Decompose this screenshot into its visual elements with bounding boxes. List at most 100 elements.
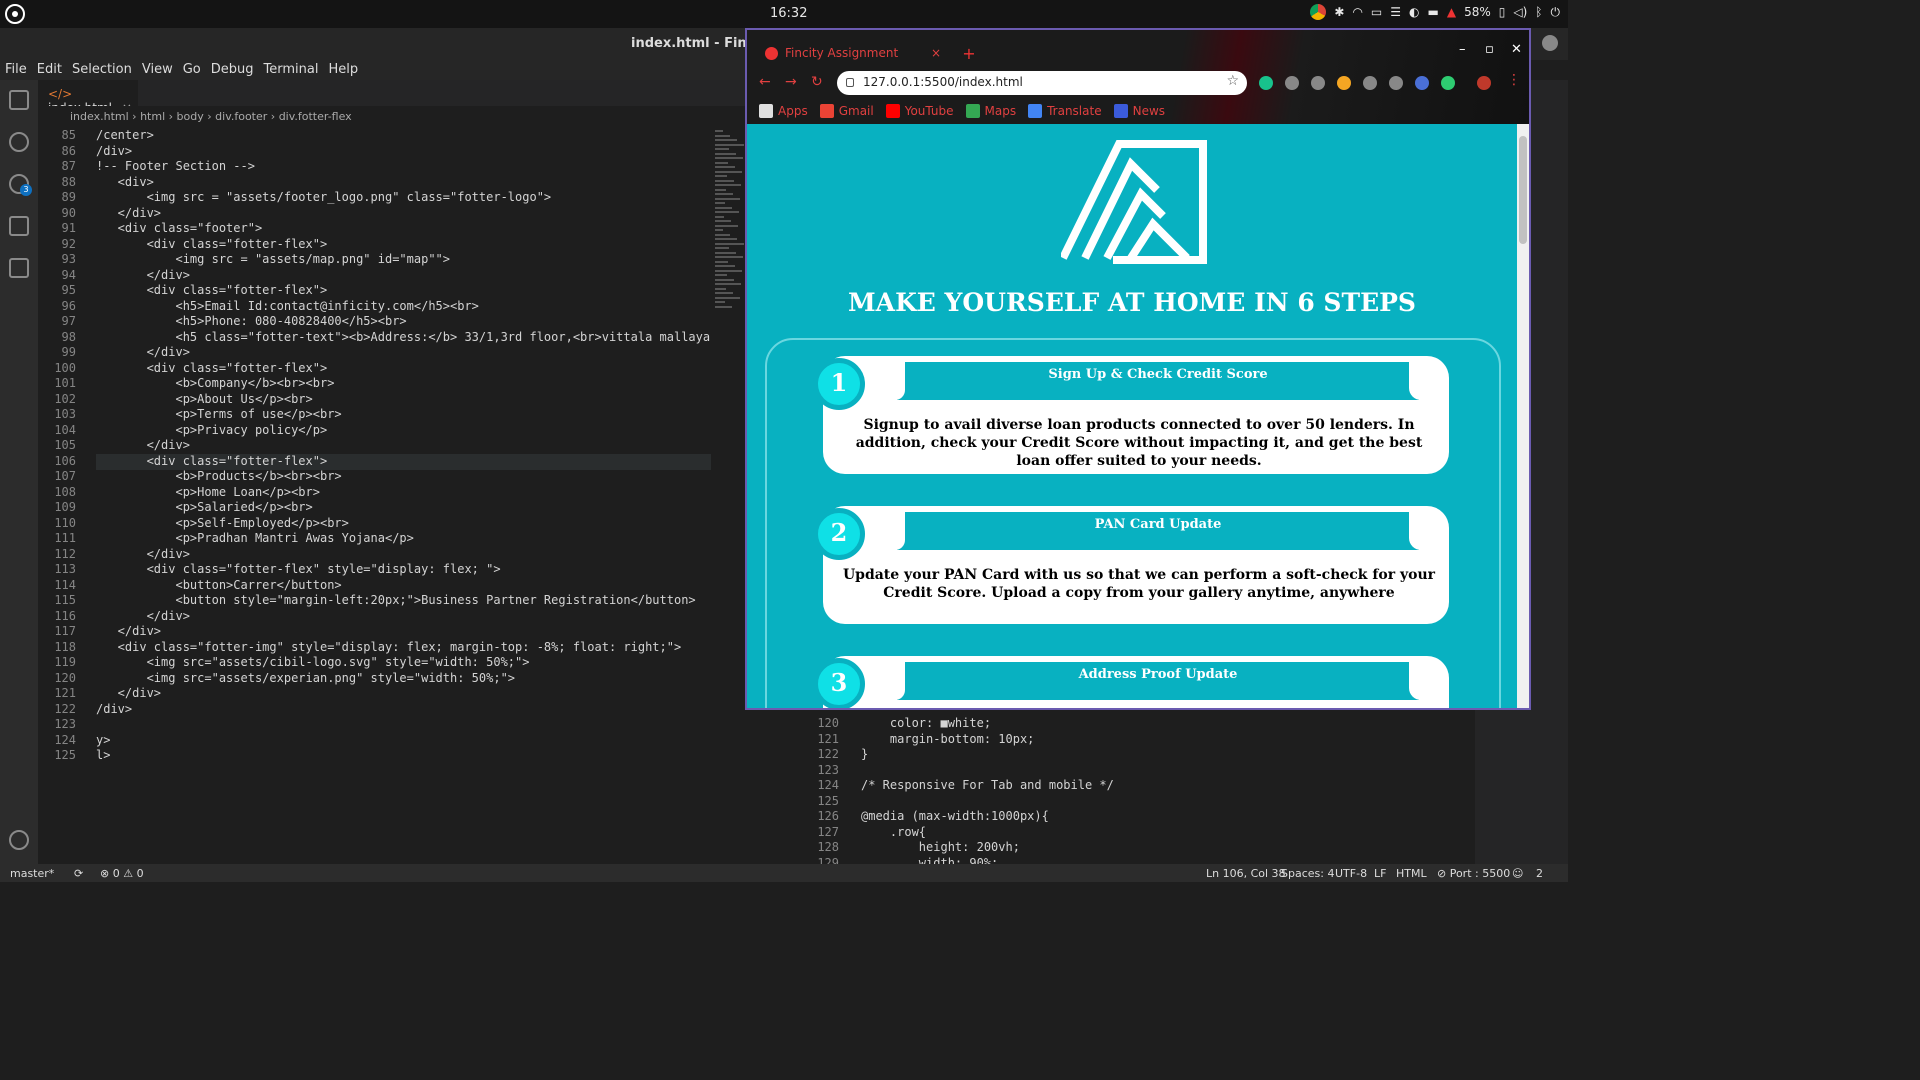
minimize-icon[interactable]: – bbox=[1459, 42, 1466, 57]
scrollbar-thumb[interactable] bbox=[1519, 136, 1527, 244]
bluetooth-icon[interactable]: ᛒ bbox=[1535, 5, 1542, 19]
extension-icon[interactable] bbox=[1337, 76, 1351, 90]
wifi-icon[interactable]: ◠ bbox=[1352, 5, 1362, 19]
power-icon[interactable]: ⏻ bbox=[1551, 5, 1561, 20]
minimap[interactable] bbox=[711, 126, 749, 864]
close-tab-icon[interactable]: × bbox=[931, 46, 941, 60]
new-tab-button[interactable]: + bbox=[959, 44, 979, 64]
sync-icon[interactable]: ⟳ bbox=[74, 867, 83, 880]
step-number: 3 bbox=[813, 658, 865, 708]
back-icon[interactable]: ← bbox=[759, 74, 771, 90]
menu-debug[interactable]: Debug bbox=[206, 60, 259, 80]
extension-icon[interactable] bbox=[1311, 76, 1325, 90]
system-clock[interactable]: 16:32 bbox=[770, 6, 807, 21]
bookmark-news[interactable]: News bbox=[1113, 104, 1165, 118]
extension-icon[interactable] bbox=[1363, 76, 1377, 90]
bookmark-translate[interactable]: Translate bbox=[1028, 104, 1102, 118]
bookmark-gmail[interactable]: Gmail bbox=[819, 104, 874, 118]
explorer-icon[interactable] bbox=[9, 90, 29, 110]
ubuntu-logo-icon[interactable] bbox=[5, 4, 25, 24]
minimap-line bbox=[715, 206, 732, 209]
breadcrumb-item[interactable]: div.footer bbox=[215, 110, 267, 123]
minimap-line bbox=[715, 260, 728, 263]
menu-view[interactable]: View bbox=[137, 60, 178, 80]
extension-icon[interactable] bbox=[1441, 76, 1455, 90]
maximize-icon[interactable]: ▫ bbox=[1485, 42, 1494, 57]
browser-tab-title: Fincity Assignment bbox=[785, 46, 899, 60]
live-server-port[interactable]: ⊘ Port : 5500 bbox=[1437, 867, 1510, 880]
breadcrumb-item[interactable]: div.fotter-flex bbox=[279, 110, 352, 123]
breadcrumb: index.html › html › body › div.footer › … bbox=[38, 106, 748, 126]
extension-icon[interactable] bbox=[1415, 76, 1429, 90]
account-icon[interactable] bbox=[1542, 35, 1558, 51]
code-line: </div> bbox=[96, 686, 162, 700]
line-number: 86 bbox=[61, 143, 76, 158]
volume-icon[interactable]: ◁) bbox=[1513, 5, 1527, 19]
minimap-line bbox=[715, 305, 732, 308]
browser-tab[interactable]: Fincity Assignment × bbox=[755, 40, 949, 68]
git-branch[interactable]: master* bbox=[10, 867, 54, 880]
search-icon[interactable] bbox=[9, 132, 29, 152]
line-endings[interactable]: LF bbox=[1374, 867, 1386, 880]
menu-help[interactable]: Help bbox=[323, 60, 363, 80]
breadcrumb-item[interactable]: index.html bbox=[70, 110, 129, 123]
cursor-position[interactable]: Ln 106, Col 38 bbox=[1206, 867, 1286, 880]
chrome-icon[interactable] bbox=[1310, 4, 1327, 20]
problems-count[interactable]: ⊗ 0 ⚠ 0 bbox=[100, 867, 144, 880]
css-editor[interactable]: 120 color: ■white; 121 margin-bottom: 10p… bbox=[795, 700, 1475, 870]
menu-selection[interactable]: Selection bbox=[67, 60, 137, 80]
grammarly-extension-icon[interactable] bbox=[1259, 76, 1273, 90]
minimap-line bbox=[715, 179, 734, 182]
minimap-line bbox=[715, 301, 725, 303]
battery-icon[interactable]: ▯ bbox=[1499, 5, 1506, 19]
notifications-count[interactable]: 2 bbox=[1536, 867, 1543, 880]
feedback-icon[interactable]: ☺ bbox=[1512, 867, 1523, 880]
profile-avatar[interactable] bbox=[1477, 76, 1491, 90]
code-line: </div> bbox=[96, 608, 190, 623]
menu-terminal[interactable]: Terminal bbox=[259, 60, 324, 80]
folder-icon[interactable]: ▬ bbox=[1428, 5, 1439, 19]
step-number: 2 bbox=[813, 508, 865, 560]
code-editor[interactable]: 85/center> 86/div> 87 !-- Footer Section --… bbox=[38, 126, 739, 866]
debug-icon[interactable] bbox=[9, 216, 29, 236]
close-window-icon[interactable]: ✕ bbox=[1511, 42, 1522, 57]
extensions-icon[interactable] bbox=[9, 258, 29, 278]
page-heading: MAKE YOURSELF AT HOME IN 6 STEPS bbox=[848, 288, 1416, 317]
code-line: <p>Salaried</p><br> bbox=[96, 500, 313, 514]
menu-edit[interactable]: Edit bbox=[32, 60, 67, 80]
activity-bar: 3 bbox=[0, 80, 38, 864]
line-number: 119 bbox=[54, 655, 76, 669]
line-number: 106 bbox=[54, 453, 76, 468]
bookmark-youtube[interactable]: YouTube bbox=[885, 104, 954, 118]
url-text: 127.0.0.1:5500/index.html bbox=[863, 75, 1023, 89]
reload-icon[interactable]: ↻ bbox=[811, 74, 823, 90]
extension-icon[interactable] bbox=[1389, 76, 1403, 90]
night-light-icon[interactable]: ◐ bbox=[1409, 5, 1419, 19]
bookmark-apps[interactable]: Apps bbox=[759, 104, 808, 118]
forward-icon[interactable]: → bbox=[785, 74, 797, 90]
indentation[interactable]: Spaces: 4 bbox=[1281, 867, 1334, 880]
page-scrollbar[interactable] bbox=[1517, 124, 1529, 708]
site-info-icon[interactable] bbox=[846, 78, 854, 87]
address-bar[interactable]: 127.0.0.1:5500/index.html ☆ bbox=[837, 71, 1247, 95]
slack-icon[interactable]: ✱ bbox=[1334, 5, 1344, 19]
breadcrumb-item[interactable]: body bbox=[177, 110, 204, 123]
step-card: 1 Sign Up & Check Credit Score Signup to… bbox=[813, 356, 1449, 474]
menu-file[interactable]: File bbox=[0, 60, 32, 80]
settings-gear-icon[interactable] bbox=[9, 830, 29, 850]
battery-percent[interactable]: 58% bbox=[1464, 5, 1491, 19]
drive-icon[interactable]: ▭ bbox=[1371, 5, 1382, 19]
code-line: <p>Privacy policy</p> bbox=[96, 422, 328, 437]
extension-icon[interactable] bbox=[1285, 76, 1299, 90]
menu-icon[interactable]: ☰ bbox=[1390, 5, 1401, 19]
breadcrumb-item[interactable]: html bbox=[140, 110, 165, 123]
language-mode[interactable]: HTML bbox=[1396, 867, 1427, 880]
bookmark-star-icon[interactable]: ☆ bbox=[1226, 73, 1239, 89]
tab-index-html[interactable]: </> index.html × bbox=[38, 80, 138, 115]
menu-go[interactable]: Go bbox=[178, 60, 206, 80]
more-menu-icon[interactable]: ⋮ bbox=[1507, 72, 1521, 88]
bookmark-maps[interactable]: Maps bbox=[965, 104, 1016, 118]
line-number: 124 bbox=[54, 732, 76, 747]
notification-bell-icon[interactable]: ▲ bbox=[1447, 5, 1456, 19]
encoding[interactable]: UTF-8 bbox=[1335, 867, 1367, 880]
